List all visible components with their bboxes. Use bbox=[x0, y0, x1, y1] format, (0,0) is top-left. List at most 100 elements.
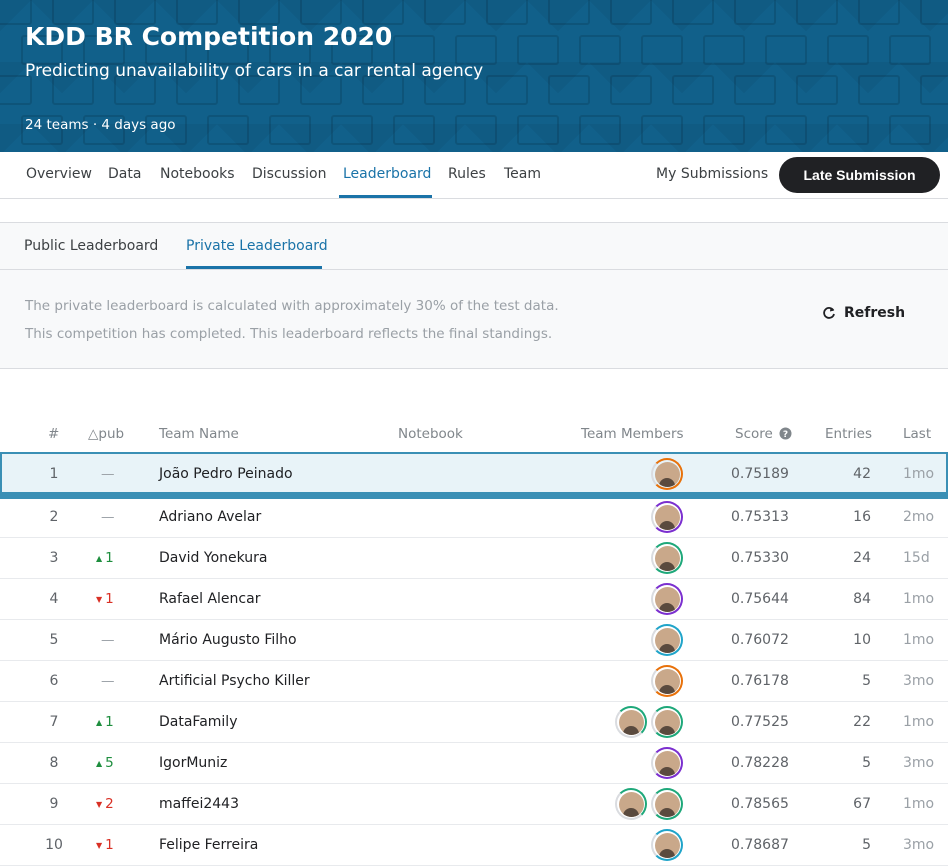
book-pattern-shape bbox=[610, 75, 652, 105]
book-pattern-shape bbox=[827, 35, 869, 65]
book-pattern-shape bbox=[889, 115, 931, 145]
table-row[interactable]: 8 ▲ 5 IgorMuniz 0.78228 5 3mo bbox=[0, 743, 948, 784]
score-cell: 0.76178 bbox=[731, 673, 789, 689]
col-team-members: Team Members bbox=[581, 426, 684, 442]
avatar[interactable] bbox=[615, 706, 647, 738]
col-score: Score ? bbox=[735, 426, 792, 442]
team-name: Rafael Alencar bbox=[159, 591, 261, 607]
last-cell: 1mo bbox=[903, 591, 935, 607]
tab-discussion[interactable]: Discussion bbox=[252, 166, 326, 182]
delta-cell: ▼ 1 bbox=[96, 837, 126, 853]
table-row[interactable]: 6 — Artificial Psycho Killer 0.76178 5 3mo bbox=[0, 661, 948, 702]
page-title: KDD BR Competition 2020 bbox=[25, 22, 393, 51]
arrow-up-icon: ▲ bbox=[96, 553, 103, 563]
rank-cell: 9 bbox=[49, 796, 59, 812]
entries-cell: 84 bbox=[853, 591, 871, 607]
score-cell: 0.75313 bbox=[731, 509, 789, 525]
delta-cell: ▲ 1 bbox=[96, 550, 126, 566]
avatar[interactable] bbox=[651, 829, 683, 861]
last-cell: 1mo bbox=[903, 632, 935, 648]
score-cell: 0.76072 bbox=[731, 632, 789, 648]
book-pattern-shape bbox=[858, 0, 900, 25]
rank-cell: 7 bbox=[49, 714, 59, 730]
delta-value: — bbox=[101, 673, 115, 689]
late-submission-button[interactable]: Late Submission bbox=[779, 157, 940, 193]
avatar[interactable] bbox=[651, 501, 683, 533]
avatar-photo bbox=[654, 750, 680, 776]
delta-cell: — bbox=[101, 673, 131, 689]
leaderboard-status-line: This competition has completed. This lea… bbox=[25, 326, 553, 342]
table-header: # △pub Team Name Notebook Team Members S… bbox=[0, 423, 948, 447]
avatar-photo bbox=[654, 545, 680, 571]
delta-cell: — bbox=[101, 466, 131, 482]
page-subtitle: Predicting unavailability of cars in a c… bbox=[25, 61, 484, 81]
avatar[interactable] bbox=[651, 624, 683, 656]
avatar[interactable] bbox=[615, 788, 647, 820]
avatar-photo bbox=[654, 832, 680, 858]
avatar-photo bbox=[654, 668, 680, 694]
avatar-photo bbox=[654, 461, 680, 487]
avatar[interactable] bbox=[651, 788, 683, 820]
table-row[interactable]: 2 — Adriano Avelar 0.75313 16 2mo bbox=[0, 497, 948, 538]
book-pattern-shape bbox=[920, 0, 948, 25]
refresh-button[interactable]: Refresh bbox=[822, 305, 905, 321]
book-pattern-shape bbox=[548, 0, 590, 25]
avatar[interactable] bbox=[651, 583, 683, 615]
col-team-name: Team Name bbox=[159, 426, 239, 442]
tab-rules[interactable]: Rules bbox=[448, 166, 486, 182]
delta-value: 1 bbox=[105, 550, 114, 566]
rank-cell: 6 bbox=[49, 673, 59, 689]
tab-team[interactable]: Team bbox=[504, 166, 541, 182]
last-cell: 3mo bbox=[903, 673, 935, 689]
competition-header: KDD BR Competition 2020 Predicting unava… bbox=[0, 0, 948, 152]
refresh-icon bbox=[823, 307, 835, 319]
col-last: Last bbox=[903, 426, 932, 442]
svg-text:?: ? bbox=[783, 430, 788, 440]
help-icon[interactable]: ? bbox=[779, 427, 792, 440]
table-row[interactable]: 3 ▲ 1 David Yonekura 0.75330 24 15d bbox=[0, 538, 948, 579]
col-delta[interactable]: △pub bbox=[88, 426, 124, 442]
book-pattern-shape bbox=[486, 75, 528, 105]
tab-public-leaderboard[interactable]: Public Leaderboard bbox=[24, 238, 158, 254]
table-row[interactable]: 7 ▲ 1 DataFamily 0.77525 22 1mo bbox=[0, 702, 948, 743]
avatar[interactable] bbox=[651, 542, 683, 574]
table-row[interactable]: 1 — João Pedro Peinado 0.75189 42 1mo bbox=[0, 452, 948, 499]
book-pattern-shape bbox=[393, 115, 435, 145]
last-cell: 1mo bbox=[903, 714, 935, 730]
tab-private-leaderboard[interactable]: Private Leaderboard bbox=[186, 238, 328, 254]
team-name: maffei2443 bbox=[159, 796, 239, 812]
avatar[interactable] bbox=[651, 706, 683, 738]
avatar-photo bbox=[654, 627, 680, 653]
tab-notebooks[interactable]: Notebooks bbox=[160, 166, 235, 182]
book-pattern-shape bbox=[424, 0, 466, 25]
delta-cell: — bbox=[101, 632, 131, 648]
book-pattern-shape bbox=[610, 0, 652, 25]
book-pattern-shape bbox=[672, 75, 714, 105]
avatar[interactable] bbox=[651, 747, 683, 779]
table-row[interactable]: 10 ▼ 1 Felipe Ferreira 0.78687 5 3mo bbox=[0, 825, 948, 866]
avatar[interactable] bbox=[651, 665, 683, 697]
tab-data[interactable]: Data bbox=[108, 166, 141, 182]
book-pattern-shape bbox=[517, 115, 559, 145]
avatar-photo bbox=[654, 709, 680, 735]
book-pattern-shape bbox=[548, 75, 590, 105]
my-submissions-link[interactable]: My Submissions bbox=[656, 166, 768, 182]
tab-overview[interactable]: Overview bbox=[26, 166, 92, 182]
tab-leaderboard[interactable]: Leaderboard bbox=[343, 166, 431, 182]
table-row[interactable]: 5 — Mário Augusto Filho 0.76072 10 1mo bbox=[0, 620, 948, 661]
entries-cell: 5 bbox=[862, 755, 871, 771]
refresh-label: Refresh bbox=[844, 305, 906, 321]
table-row[interactable]: 9 ▼ 2 maffei2443 0.78565 67 1mo bbox=[0, 784, 948, 825]
arrow-down-icon: ▼ bbox=[96, 594, 103, 604]
avatar[interactable] bbox=[651, 458, 683, 490]
col-entries: Entries bbox=[825, 426, 873, 442]
delta-value: — bbox=[101, 509, 115, 525]
book-pattern-shape bbox=[734, 75, 776, 105]
competition-meta: 24 teams · 4 days ago bbox=[25, 117, 176, 133]
table-row[interactable]: 4 ▼ 1 Rafael Alencar 0.75644 84 1mo bbox=[0, 579, 948, 620]
leaderboard-panel: Public Leaderboard Private Leaderboard T… bbox=[0, 222, 948, 369]
score-cell: 0.75644 bbox=[731, 591, 789, 607]
book-pattern-shape bbox=[455, 115, 497, 145]
rank-cell: 5 bbox=[49, 632, 59, 648]
book-pattern-shape bbox=[703, 115, 745, 145]
